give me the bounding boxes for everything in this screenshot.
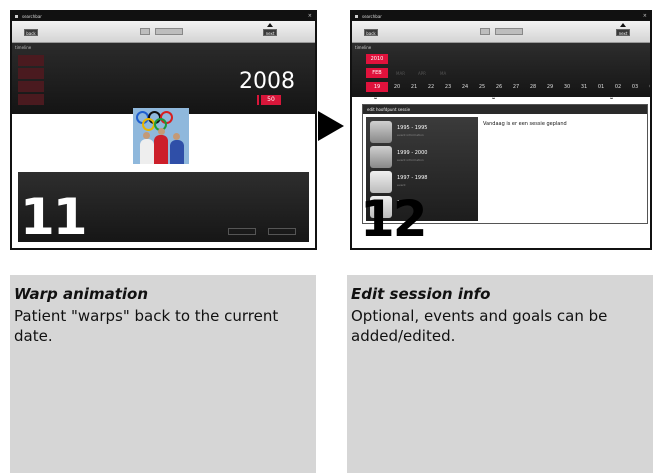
window-titlebar: searchbar ×	[352, 12, 650, 21]
toolbar-tool-b[interactable]	[155, 28, 183, 35]
toolbar: back next	[352, 21, 650, 43]
day-chip[interactable]: 19	[366, 82, 388, 92]
cancel-button[interactable]	[228, 228, 256, 235]
caption-title: Warp animation	[14, 285, 148, 303]
caption-title: Edit session info	[351, 285, 491, 303]
timeline-label: timeline	[355, 45, 372, 50]
next-button[interactable]: next	[263, 29, 277, 36]
day-label[interactable]: 20	[390, 84, 404, 90]
double-quote-marker-icon: ❝	[610, 97, 613, 103]
item-title: 1999 - 2000	[397, 150, 428, 156]
window-title: searchbar	[22, 14, 42, 19]
item-thumbnail	[370, 146, 392, 168]
day-label[interactable]: 28	[526, 84, 540, 90]
olympic-photo	[133, 108, 189, 164]
list-item[interactable]: 1995 - 1995 event information	[370, 121, 470, 143]
faded-chip	[18, 94, 44, 105]
caret-up-icon	[620, 23, 626, 27]
item-thumbnail	[370, 121, 392, 143]
athlete-head	[173, 133, 180, 140]
step-number: 12	[360, 190, 428, 248]
caption-body: Patient "warps" back to the current date…	[14, 307, 279, 345]
caption-edit-session: Edit session info Optional, events and g…	[347, 275, 653, 473]
item-subtitle: event	[397, 183, 406, 187]
double-quote-marker-icon: ❝	[374, 97, 377, 103]
toolbar-tool-a[interactable]	[480, 28, 490, 35]
faded-year-chip	[18, 55, 44, 66]
window-icon	[15, 15, 18, 18]
window-titlebar: searchbar ×	[12, 12, 315, 21]
caption-body: Optional, events and goals can be added/…	[351, 307, 608, 345]
day-label[interactable]: 03	[628, 84, 642, 90]
item-subtitle: event information	[397, 133, 424, 137]
list-item[interactable]: 1999 - 2000 event information	[370, 146, 470, 168]
day-label[interactable]: 22	[424, 84, 438, 90]
month-label[interactable]: APR	[418, 71, 426, 76]
caption-warp-animation: Warp animation Patient "warps" back to t…	[10, 275, 316, 473]
double-quote-marker-icon: ❝	[492, 97, 495, 103]
faded-day-chip	[18, 81, 44, 92]
year-tag-edge	[257, 95, 259, 105]
day-label[interactable]: 02	[611, 84, 625, 90]
month-label[interactable]: MA	[440, 71, 446, 76]
day-label[interactable]: 27	[509, 84, 523, 90]
warp-year: 2008	[239, 69, 295, 94]
year-tag: 50	[261, 95, 281, 105]
day-label[interactable]: 25	[475, 84, 489, 90]
day-label[interactable]: 30	[560, 84, 574, 90]
screenshot-warp-animation: searchbar × back next timeline 2008 50 1…	[10, 10, 317, 250]
year-chip[interactable]: 2010	[366, 54, 388, 64]
close-icon[interactable]: ×	[643, 12, 647, 21]
month-label[interactable]: MAR	[396, 71, 405, 76]
back-button[interactable]: back	[364, 29, 378, 36]
window-icon	[355, 15, 358, 18]
day-label[interactable]: 0	[644, 84, 650, 90]
screenshot-edit-session: searchbar × back next timeline 2010 FEB …	[350, 10, 652, 250]
toolbar-tool-b[interactable]	[495, 28, 523, 35]
timeline-area: timeline 2008 50	[12, 43, 315, 114]
timeline-area: timeline 2010 FEB MAR APR MA 19 20 21 22…	[352, 43, 650, 97]
item-title: 1995 - 1995	[397, 125, 428, 131]
session-message: Vandaag is er een sessie gepland	[483, 121, 567, 127]
athlete	[140, 139, 154, 164]
ok-button[interactable]	[268, 228, 296, 235]
item-title: 1997 - 1998	[397, 175, 428, 181]
step-number: 11	[20, 188, 88, 246]
toolbar: back next	[12, 21, 315, 43]
athlete-head	[143, 132, 150, 139]
athlete	[170, 140, 184, 164]
item-subtitle: event information	[397, 158, 424, 162]
day-label[interactable]: 01	[594, 84, 608, 90]
athlete-head	[158, 128, 165, 135]
day-label[interactable]: 21	[407, 84, 421, 90]
panel-title: edit hoofdpunt sessie	[367, 107, 411, 112]
caret-up-icon	[267, 23, 273, 27]
timeline-label: timeline	[15, 45, 32, 50]
athlete	[154, 135, 168, 164]
toolbar-tool-a[interactable]	[140, 28, 150, 35]
day-label[interactable]: 29	[543, 84, 557, 90]
day-label[interactable]: 26	[492, 84, 506, 90]
day-label[interactable]: 31	[577, 84, 591, 90]
back-button[interactable]: back	[24, 29, 38, 36]
arrow-right-icon	[318, 111, 344, 141]
close-icon[interactable]: ×	[308, 12, 312, 21]
next-button[interactable]: next	[616, 29, 630, 36]
panel-header: edit hoofdpunt sessie	[363, 105, 647, 114]
month-chip[interactable]: FEB	[366, 68, 388, 78]
window-title: searchbar	[362, 14, 382, 19]
day-label[interactable]: 24	[458, 84, 472, 90]
day-label[interactable]: 23	[441, 84, 455, 90]
faded-month-chip	[18, 68, 44, 79]
